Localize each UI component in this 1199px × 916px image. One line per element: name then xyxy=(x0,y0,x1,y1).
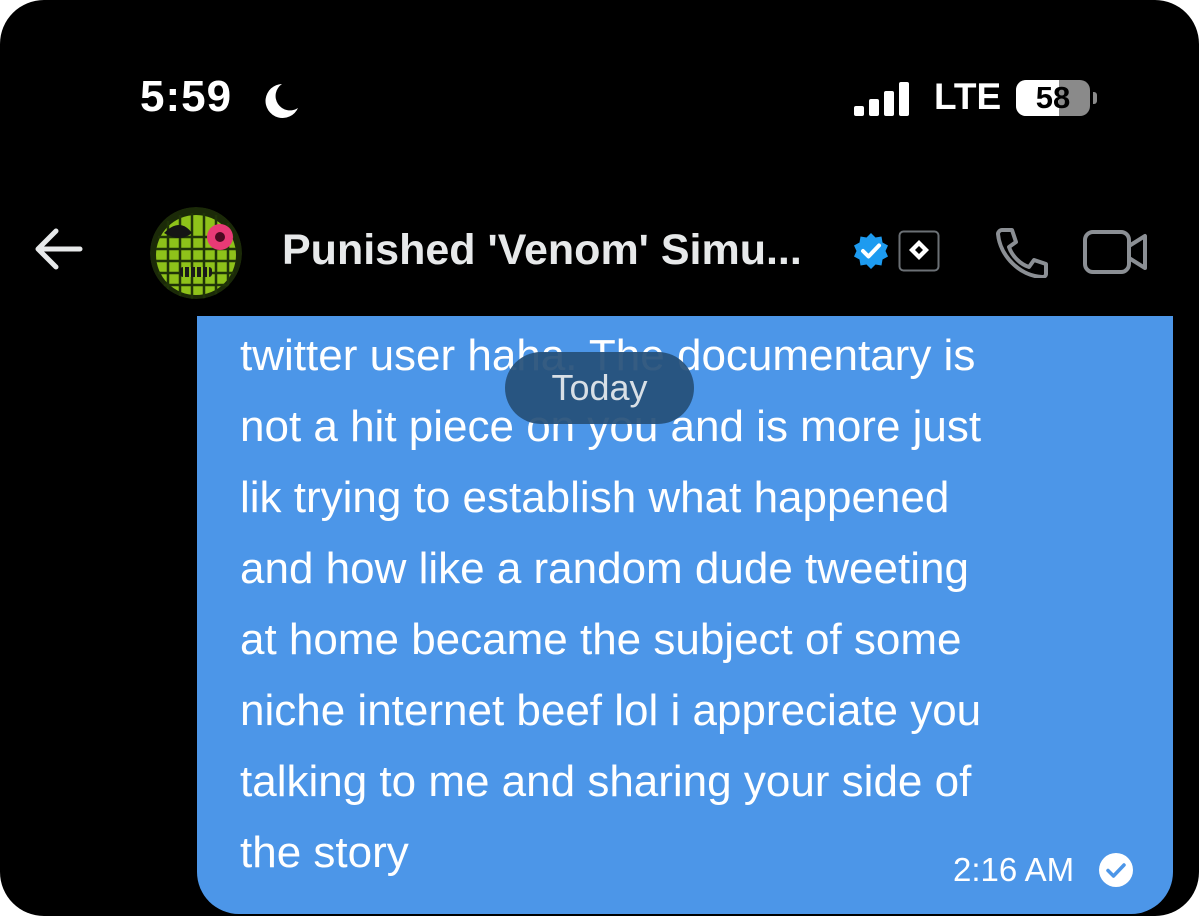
contact-name[interactable]: Punished 'Venom' Simu... xyxy=(282,226,802,275)
phone-icon[interactable] xyxy=(990,226,1050,278)
status-time: 5:59 xyxy=(140,72,233,121)
moon-icon xyxy=(265,84,298,118)
message-timestamp: 2:16 AM xyxy=(953,851,1075,888)
verified-badge-icon xyxy=(854,233,888,269)
video-camera-icon[interactable] xyxy=(1082,228,1150,276)
phone-screen: 5:59 LTE 58 Punished 'Venom' Simu... twi… xyxy=(0,0,1199,916)
message-line: niche internet beef lol i appreciate you xyxy=(240,686,982,735)
battery-icon: 58 xyxy=(1016,80,1090,116)
battery-percentage: 58 xyxy=(1035,80,1071,115)
read-check-icon xyxy=(1099,853,1133,887)
message-line: the story xyxy=(240,828,409,877)
network-label: LTE xyxy=(934,76,1002,117)
message-line: and how like a random dude tweeting xyxy=(240,544,969,593)
arrow-left-icon[interactable] xyxy=(32,226,84,272)
battery-tip xyxy=(1093,92,1097,104)
signal-icon xyxy=(854,82,909,116)
affiliate-badge-icon xyxy=(898,230,940,272)
message-line: at home became the subject of some xyxy=(240,615,962,664)
message-line: lik trying to establish what happened xyxy=(240,473,950,522)
avatar[interactable] xyxy=(150,207,242,299)
message-line: talking to me and sharing your side of xyxy=(240,757,972,806)
date-separator: Today xyxy=(505,352,694,424)
avatar-image xyxy=(150,207,242,299)
